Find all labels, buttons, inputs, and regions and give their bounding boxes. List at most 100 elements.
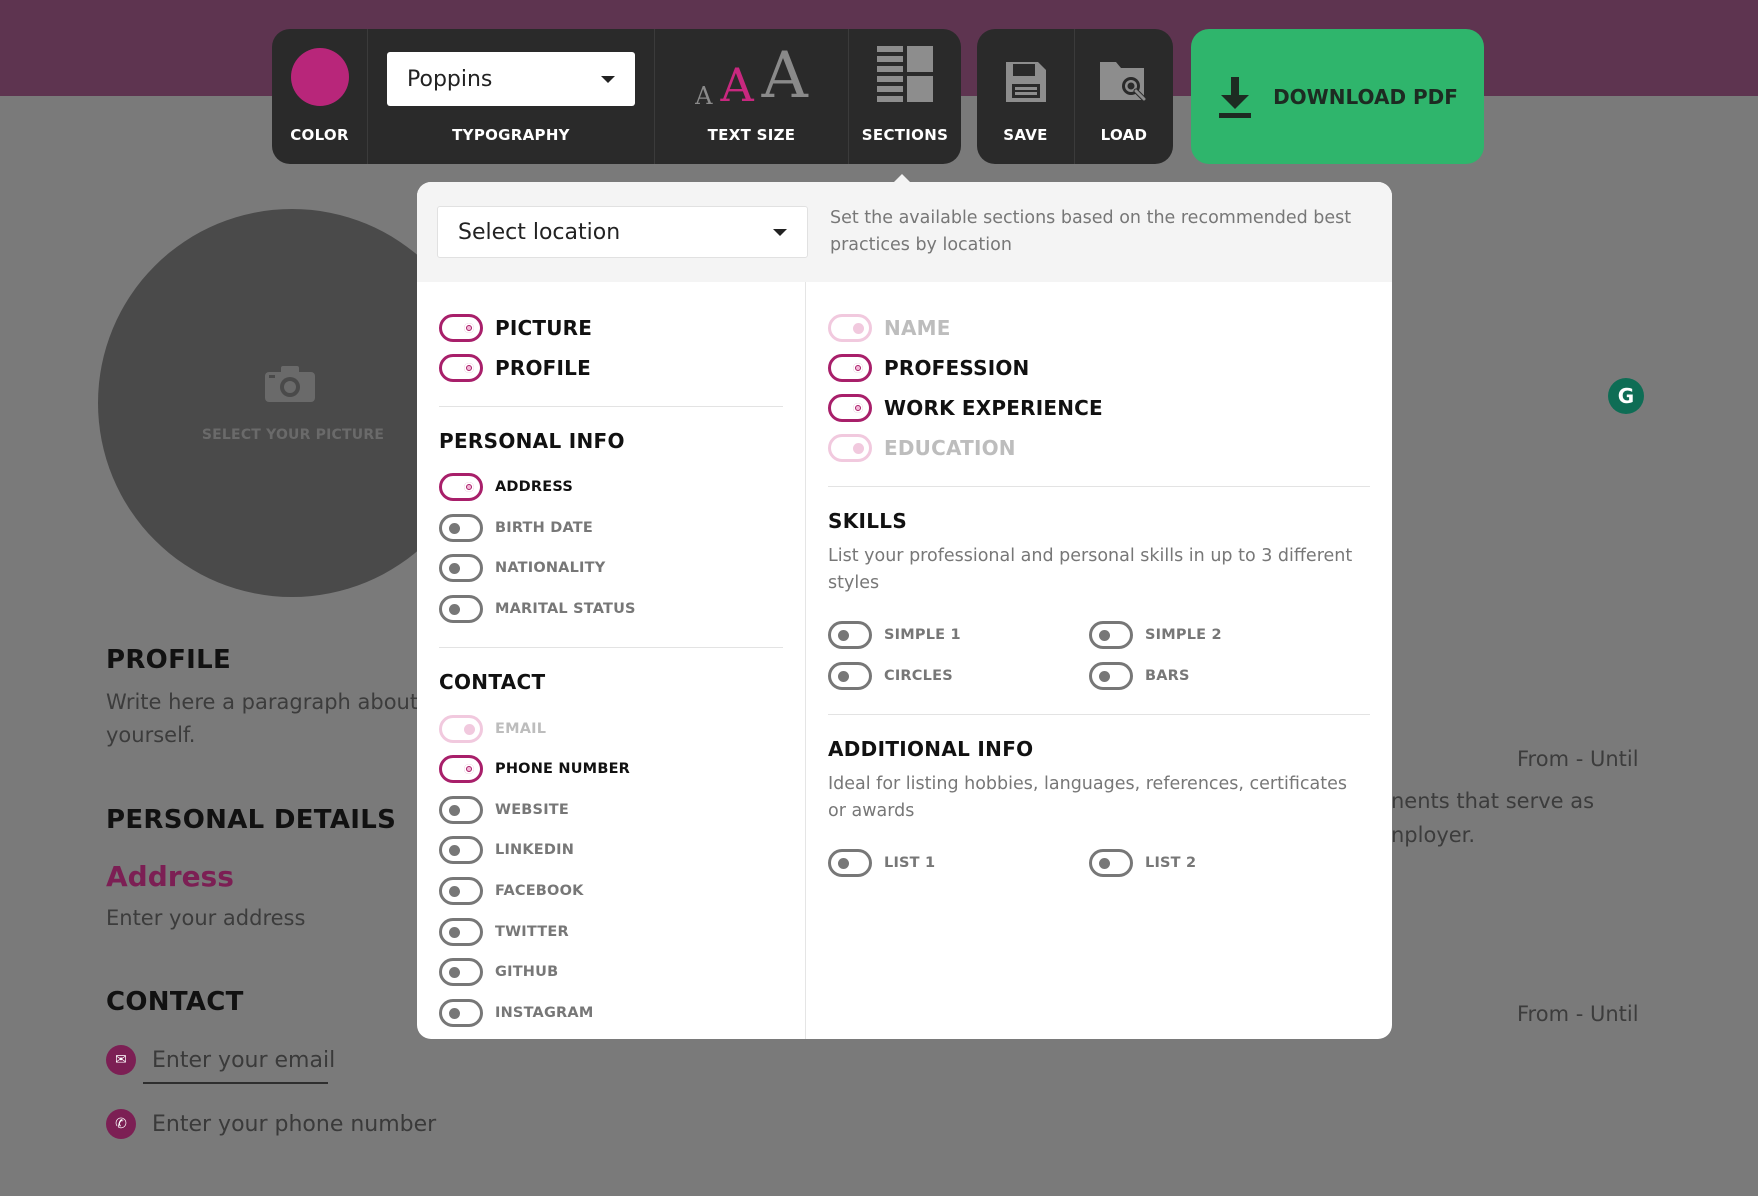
toggle-switch[interactable] (828, 314, 872, 342)
save-label: SAVE (1003, 126, 1048, 144)
section-toggle-bars[interactable]: BARS (1089, 656, 1370, 697)
additional-info-description: Ideal for listing hobbies, languages, re… (828, 774, 1347, 822)
toggle-knob (464, 363, 474, 373)
sections-button[interactable]: SECTIONS (849, 29, 961, 164)
mail-icon: ✉ (106, 1045, 136, 1075)
text-size-label: TEXT SIZE (707, 126, 796, 144)
toggle-switch[interactable] (828, 354, 872, 382)
section-toggle-website[interactable]: WEBSITE (439, 790, 783, 831)
toggle-label: PICTURE (495, 316, 593, 340)
section-toggle-simple-1[interactable]: SIMPLE 1 (828, 615, 1089, 656)
camera-icon (265, 366, 315, 402)
toggle-switch[interactable] (828, 849, 872, 878)
toggle-switch[interactable] (439, 755, 483, 784)
profile-text-line-1[interactable]: Write here a paragraph about (106, 686, 418, 719)
profile-text-line-2[interactable]: yourself. (106, 719, 195, 752)
date-range-2[interactable]: From - Until (1517, 998, 1639, 1031)
main-sections-left: PICTURE PROFILE (439, 308, 783, 388)
divider (439, 647, 783, 649)
phone-row[interactable]: ✆ Enter your phone number (106, 1109, 436, 1139)
toggle-switch[interactable] (828, 661, 872, 690)
section-toggle-address[interactable]: ADDRESS (439, 467, 783, 508)
chevron-down-icon (773, 228, 787, 236)
toggle-knob (449, 522, 460, 534)
color-label: COLOR (290, 126, 349, 144)
download-pdf-button[interactable]: DOWNLOAD PDF (1191, 29, 1484, 164)
toggle-switch[interactable] (439, 877, 483, 906)
section-toggle-profile[interactable]: PROFILE (439, 348, 783, 388)
toggle-switch[interactable] (439, 958, 483, 987)
toggle-switch[interactable] (439, 513, 483, 542)
section-toggle-linkedin[interactable]: LINKEDIN (439, 830, 783, 871)
date-range-1[interactable]: From - Until (1517, 743, 1639, 776)
location-select[interactable]: Select location (437, 206, 808, 258)
section-toggle-instagram[interactable]: INSTAGRAM (439, 993, 783, 1034)
text-size-medium[interactable]: A (720, 62, 753, 108)
toggle-switch[interactable] (439, 354, 483, 382)
sections-icon (877, 46, 933, 102)
load-label: LOAD (1100, 126, 1148, 144)
font-select[interactable]: Poppins (387, 52, 635, 106)
toggle-switch[interactable] (1089, 849, 1133, 878)
skills-list: SIMPLE 1 SIMPLE 2 CIRCLES BARS (828, 615, 1370, 696)
toggle-knob (853, 363, 863, 373)
toggle-label: SIMPLE 1 (884, 627, 961, 644)
section-toggle-picture[interactable]: PICTURE (439, 308, 783, 348)
section-toggle-phone-number[interactable]: PHONE NUMBER (439, 749, 783, 790)
section-toggle-marital-status[interactable]: MARITAL STATUS (439, 589, 783, 630)
section-toggle-twitter[interactable]: TWITTER (439, 911, 783, 952)
section-toggle-list-1[interactable]: LIST 1 (828, 843, 1089, 884)
section-toggle-nationality[interactable]: NATIONALITY (439, 548, 783, 589)
load-button[interactable]: LOAD (1075, 29, 1173, 164)
toggle-knob (449, 845, 460, 857)
section-toggle-work-experience[interactable]: WORK EXPERIENCE (828, 388, 1370, 428)
toggle-switch[interactable] (439, 998, 483, 1027)
toggle-knob (449, 1007, 460, 1019)
location-bar: Select location Set the available sectio… (417, 182, 1392, 282)
address-input[interactable]: Enter your address (106, 902, 305, 935)
toggle-switch[interactable] (439, 795, 483, 824)
toggle-switch[interactable] (1089, 621, 1133, 650)
section-toggle-simple-2[interactable]: SIMPLE 2 (1089, 615, 1370, 656)
toggle-knob (449, 967, 460, 979)
email-input[interactable]: Enter your email (152, 1048, 335, 1073)
toggle-knob (449, 886, 460, 898)
toggle-switch[interactable] (828, 394, 872, 422)
color-button[interactable]: COLOR (272, 29, 368, 164)
toggle-switch[interactable] (828, 621, 872, 650)
section-toggle-education[interactable]: EDUCATION (828, 428, 1370, 468)
toggle-switch[interactable] (439, 917, 483, 946)
typography-control: Poppins TYPOGRAPHY (368, 29, 655, 164)
phone-input[interactable]: Enter your phone number (152, 1112, 436, 1137)
section-toggle-github[interactable]: GITHUB (439, 952, 783, 993)
section-toggle-facebook[interactable]: FACEBOOK (439, 871, 783, 912)
section-toggle-circles[interactable]: CIRCLES (828, 656, 1089, 697)
section-toggle-list-2[interactable]: LIST 2 (1089, 843, 1370, 884)
toggle-switch[interactable] (439, 595, 483, 624)
grammarly-icon[interactable]: G (1608, 378, 1644, 414)
main-sections-right: NAME PROFESSION WORK EXPERIENCE EDUCATION (828, 308, 1370, 468)
email-row[interactable]: ✉ Enter your email (106, 1045, 335, 1075)
save-button[interactable]: SAVE (977, 29, 1075, 164)
text-size-large[interactable]: A (762, 44, 808, 108)
work-text-line-2[interactable]: nployer. (1391, 819, 1475, 852)
toggle-switch[interactable] (1089, 661, 1133, 690)
divider (828, 486, 1370, 487)
section-toggle-birth-date[interactable]: BIRTH DATE (439, 508, 783, 549)
toggle-switch[interactable] (439, 836, 483, 865)
toggle-switch[interactable] (828, 434, 872, 462)
section-toggle-profession[interactable]: PROFESSION (828, 348, 1370, 388)
toggle-knob (838, 670, 849, 682)
toggle-switch[interactable] (439, 714, 483, 743)
toggle-switch[interactable] (439, 473, 483, 502)
toggle-switch[interactable] (439, 554, 483, 583)
divider (828, 714, 1370, 716)
work-text-line-1[interactable]: nents that serve as (1391, 785, 1594, 818)
section-toggle-email[interactable]: EMAIL (439, 708, 783, 749)
text-size-small[interactable]: A (695, 84, 712, 108)
toggle-label: ADDRESS (495, 479, 573, 496)
file-toolbar: SAVE LOAD (977, 29, 1173, 164)
toggle-knob (1099, 670, 1110, 682)
section-toggle-name[interactable]: NAME (828, 308, 1370, 348)
toggle-switch[interactable] (439, 314, 483, 342)
